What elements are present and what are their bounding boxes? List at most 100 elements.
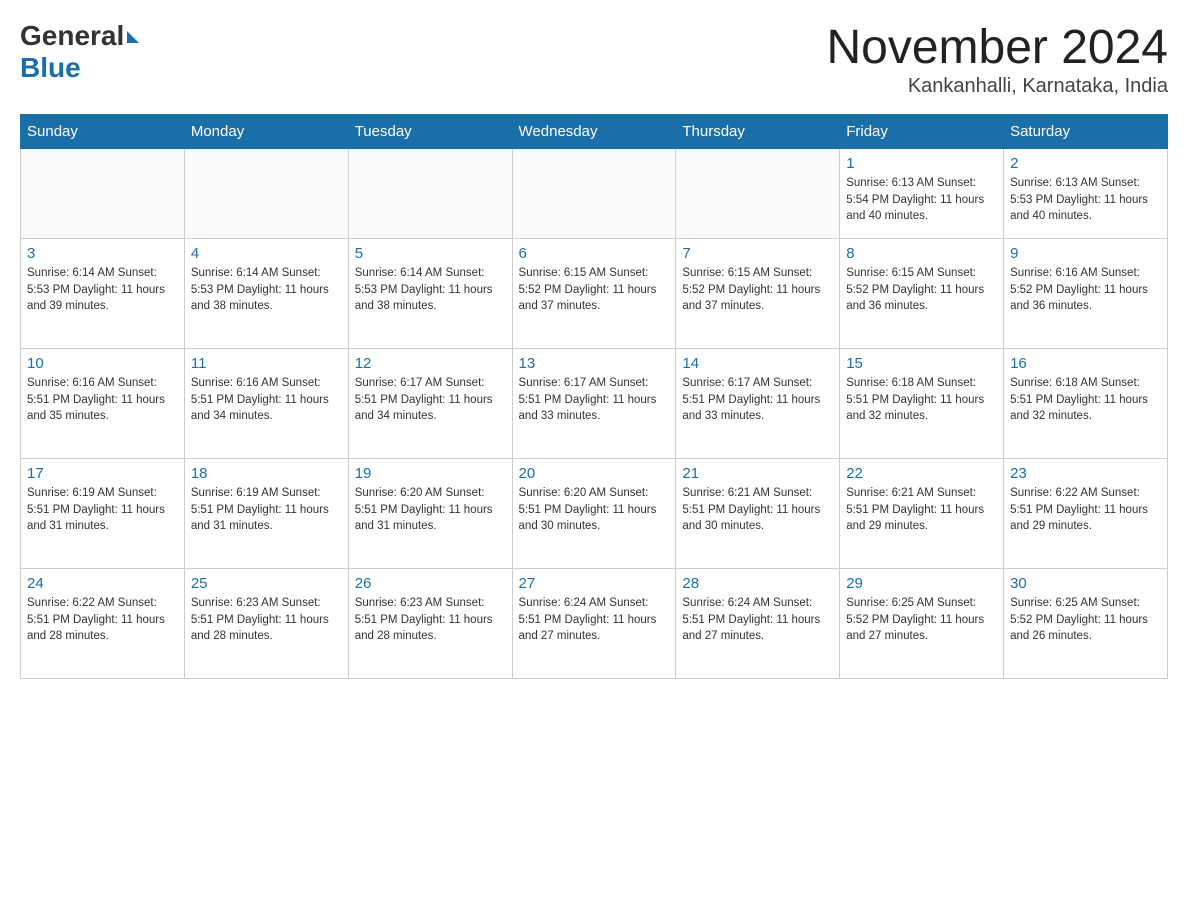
calendar-cell: 9 Sunrise: 6:16 AM Sunset: 5:52 PM Daylig…: [1004, 239, 1168, 349]
day-number: 7: [682, 245, 833, 262]
calendar-cell: 22Sunrise: 6:21 AM Sunset: 5:51 PM Dayli…: [840, 459, 1004, 569]
day-number: 15: [846, 355, 997, 372]
header-day-monday: Monday: [184, 115, 348, 149]
day-number: 2: [1010, 155, 1161, 172]
calendar-cell: 27 Sunrise: 6:24 AM Sunset: 5:51 PM Dayli…: [512, 569, 676, 679]
day-info: Sunrise: 6:16 AM Sunset: 5:52 PM Dayligh…: [1010, 265, 1161, 315]
header-day-saturday: Saturday: [1004, 115, 1168, 149]
week-row-1: 1 Sunrise: 6:13 AM Sunset: 5:54 PM Daylig…: [21, 149, 1168, 239]
day-number: 26: [355, 575, 506, 592]
calendar-cell: [21, 149, 185, 239]
day-number: 9: [1010, 245, 1161, 262]
calendar-cell: 12 Sunrise: 6:17 AM Sunset: 5:51 PM Dayli…: [348, 349, 512, 459]
calendar-cell: 20Sunrise: 6:20 AM Sunset: 5:51 PM Dayli…: [512, 459, 676, 569]
calendar-cell: 13 Sunrise: 6:17 AM Sunset: 5:51 PM Dayli…: [512, 349, 676, 459]
day-number: 4: [191, 245, 342, 262]
day-info: Sunrise: 6:15 AM Sunset: 5:52 PM Dayligh…: [682, 265, 833, 315]
page-header: General Blue November 2024 Kankanhalli, …: [20, 20, 1168, 98]
day-number: 27: [519, 575, 670, 592]
day-number: 23: [1010, 465, 1161, 482]
day-info: Sunrise: 6:13 AM Sunset: 5:54 PM Dayligh…: [846, 175, 997, 225]
header-day-wednesday: Wednesday: [512, 115, 676, 149]
day-number: 19: [355, 465, 506, 482]
calendar-header: SundayMondayTuesdayWednesdayThursdayFrid…: [21, 115, 1168, 149]
day-number: 25: [191, 575, 342, 592]
day-number: 21: [682, 465, 833, 482]
day-info: Sunrise: 6:13 AM Sunset: 5:53 PM Dayligh…: [1010, 175, 1161, 225]
day-number: 20: [519, 465, 670, 482]
day-number: 24: [27, 575, 178, 592]
day-number: 1: [846, 155, 997, 172]
header-day-tuesday: Tuesday: [348, 115, 512, 149]
day-info: Sunrise: 6:17 AM Sunset: 5:51 PM Dayligh…: [355, 375, 506, 425]
calendar-cell: [348, 149, 512, 239]
day-number: 3: [27, 245, 178, 262]
calendar-title: November 2024: [826, 20, 1168, 75]
day-info: Sunrise: 6:21 AM Sunset: 5:51 PM Dayligh…: [846, 485, 997, 535]
header-row: SundayMondayTuesdayWednesdayThursdayFrid…: [21, 115, 1168, 149]
day-info: Sunrise: 6:18 AM Sunset: 5:51 PM Dayligh…: [1010, 375, 1161, 425]
day-info: Sunrise: 6:17 AM Sunset: 5:51 PM Dayligh…: [519, 375, 670, 425]
day-number: 11: [191, 355, 342, 372]
day-info: Sunrise: 6:23 AM Sunset: 5:51 PM Dayligh…: [355, 595, 506, 645]
logo-blue-text: Blue: [20, 52, 81, 84]
logo: General Blue: [20, 20, 139, 84]
day-info: Sunrise: 6:24 AM Sunset: 5:51 PM Dayligh…: [682, 595, 833, 645]
calendar-cell: 21Sunrise: 6:21 AM Sunset: 5:51 PM Dayli…: [676, 459, 840, 569]
calendar-cell: 16 Sunrise: 6:18 AM Sunset: 5:51 PM Dayli…: [1004, 349, 1168, 459]
header-day-thursday: Thursday: [676, 115, 840, 149]
title-area: November 2024 Kankanhalli, Karnataka, In…: [826, 20, 1168, 98]
logo-general-text: General: [20, 20, 124, 52]
calendar-cell: 30 Sunrise: 6:25 AM Sunset: 5:52 PM Dayli…: [1004, 569, 1168, 679]
day-number: 12: [355, 355, 506, 372]
day-number: 6: [519, 245, 670, 262]
day-number: 13: [519, 355, 670, 372]
week-row-5: 24 Sunrise: 6:22 AM Sunset: 5:51 PM Dayli…: [21, 569, 1168, 679]
calendar-table: SundayMondayTuesdayWednesdayThursdayFrid…: [20, 114, 1168, 679]
day-number: 16: [1010, 355, 1161, 372]
calendar-cell: 6 Sunrise: 6:15 AM Sunset: 5:52 PM Daylig…: [512, 239, 676, 349]
calendar-cell: 11 Sunrise: 6:16 AM Sunset: 5:51 PM Dayli…: [184, 349, 348, 459]
day-info: Sunrise: 6:24 AM Sunset: 5:51 PM Dayligh…: [519, 595, 670, 645]
calendar-cell: 1 Sunrise: 6:13 AM Sunset: 5:54 PM Daylig…: [840, 149, 1004, 239]
calendar-cell: 2 Sunrise: 6:13 AM Sunset: 5:53 PM Daylig…: [1004, 149, 1168, 239]
calendar-cell: 7 Sunrise: 6:15 AM Sunset: 5:52 PM Daylig…: [676, 239, 840, 349]
day-number: 10: [27, 355, 178, 372]
week-row-4: 17Sunrise: 6:19 AM Sunset: 5:51 PM Dayli…: [21, 459, 1168, 569]
day-number: 14: [682, 355, 833, 372]
day-info: Sunrise: 6:22 AM Sunset: 5:51 PM Dayligh…: [27, 595, 178, 645]
calendar-cell: 25 Sunrise: 6:23 AM Sunset: 5:51 PM Dayli…: [184, 569, 348, 679]
day-info: Sunrise: 6:25 AM Sunset: 5:52 PM Dayligh…: [846, 595, 997, 645]
day-info: Sunrise: 6:25 AM Sunset: 5:52 PM Dayligh…: [1010, 595, 1161, 645]
day-info: Sunrise: 6:20 AM Sunset: 5:51 PM Dayligh…: [355, 485, 506, 535]
day-info: Sunrise: 6:19 AM Sunset: 5:51 PM Dayligh…: [191, 485, 342, 535]
header-day-sunday: Sunday: [21, 115, 185, 149]
day-info: Sunrise: 6:23 AM Sunset: 5:51 PM Dayligh…: [191, 595, 342, 645]
calendar-cell: 18Sunrise: 6:19 AM Sunset: 5:51 PM Dayli…: [184, 459, 348, 569]
day-info: Sunrise: 6:14 AM Sunset: 5:53 PM Dayligh…: [355, 265, 506, 315]
day-number: 8: [846, 245, 997, 262]
day-info: Sunrise: 6:18 AM Sunset: 5:51 PM Dayligh…: [846, 375, 997, 425]
calendar-cell: 14Sunrise: 6:17 AM Sunset: 5:51 PM Dayli…: [676, 349, 840, 459]
day-number: 5: [355, 245, 506, 262]
calendar-cell: 23Sunrise: 6:22 AM Sunset: 5:51 PM Dayli…: [1004, 459, 1168, 569]
logo-triangle-icon: [127, 31, 139, 43]
day-info: Sunrise: 6:16 AM Sunset: 5:51 PM Dayligh…: [27, 375, 178, 425]
calendar-cell: 17Sunrise: 6:19 AM Sunset: 5:51 PM Dayli…: [21, 459, 185, 569]
calendar-cell: [512, 149, 676, 239]
day-info: Sunrise: 6:16 AM Sunset: 5:51 PM Dayligh…: [191, 375, 342, 425]
week-row-2: 3 Sunrise: 6:14 AM Sunset: 5:53 PM Daylig…: [21, 239, 1168, 349]
week-row-3: 10 Sunrise: 6:16 AM Sunset: 5:51 PM Dayli…: [21, 349, 1168, 459]
calendar-cell: 8 Sunrise: 6:15 AM Sunset: 5:52 PM Daylig…: [840, 239, 1004, 349]
day-info: Sunrise: 6:15 AM Sunset: 5:52 PM Dayligh…: [519, 265, 670, 315]
calendar-cell: [184, 149, 348, 239]
day-info: Sunrise: 6:14 AM Sunset: 5:53 PM Dayligh…: [191, 265, 342, 315]
calendar-cell: 19 Sunrise: 6:20 AM Sunset: 5:51 PM Dayli…: [348, 459, 512, 569]
day-number: 30: [1010, 575, 1161, 592]
calendar-cell: 15 Sunrise: 6:18 AM Sunset: 5:51 PM Dayli…: [840, 349, 1004, 459]
day-info: Sunrise: 6:14 AM Sunset: 5:53 PM Dayligh…: [27, 265, 178, 315]
calendar-subtitle: Kankanhalli, Karnataka, India: [826, 75, 1168, 98]
calendar-cell: 10 Sunrise: 6:16 AM Sunset: 5:51 PM Dayli…: [21, 349, 185, 459]
day-number: 29: [846, 575, 997, 592]
day-info: Sunrise: 6:15 AM Sunset: 5:52 PM Dayligh…: [846, 265, 997, 315]
